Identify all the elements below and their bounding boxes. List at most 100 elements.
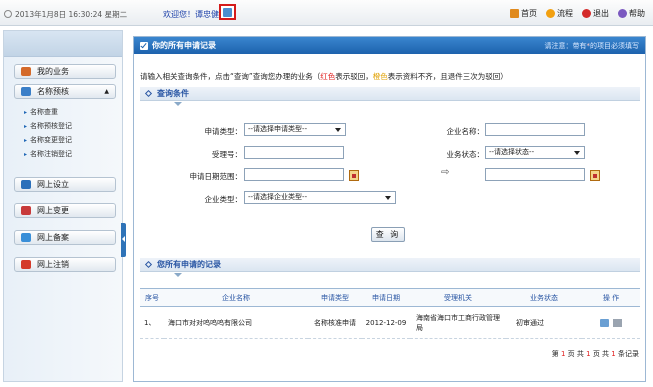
section-notch-icon bbox=[174, 273, 182, 281]
status-label: 业务状态： bbox=[446, 150, 485, 159]
main-panel: 你的所有申请记录 请注意：带有*的项目必须填写 请输入相关查询条件，点击“查询”… bbox=[133, 36, 646, 382]
col-type: 申请类型 bbox=[308, 288, 362, 307]
col-no: 序号 bbox=[140, 288, 164, 307]
print-icon[interactable] bbox=[613, 318, 622, 327]
date-from-calendar-icon[interactable] bbox=[349, 170, 359, 181]
clock-icon bbox=[4, 10, 12, 18]
col-date: 申请日期 bbox=[362, 288, 410, 307]
panel-title: 你的所有申请记录 bbox=[152, 41, 216, 50]
record-icon bbox=[21, 233, 31, 242]
date-to-calendar-icon[interactable] bbox=[590, 170, 600, 181]
cell-actions bbox=[582, 306, 640, 339]
top-links: 首页 流程 退出 帮助 bbox=[510, 8, 645, 19]
flow-link[interactable]: 流程 bbox=[546, 8, 573, 19]
intro-part: 请输入相关查询条件，点击“查询”查询您办理的业务（ bbox=[140, 72, 321, 81]
accept-no-input[interactable] bbox=[244, 146, 344, 159]
sidebar-item-my-business[interactable]: 我的业务 bbox=[14, 64, 116, 79]
records-table: 序号 企业名称 申请类型 申请日期 受理机关 业务状态 操 作 1、 海口市对对… bbox=[140, 288, 640, 339]
total-pages: 1 bbox=[586, 350, 591, 358]
date-range-label: 申请日期范围： bbox=[189, 172, 243, 181]
intro-gold: 橙色 bbox=[372, 72, 388, 81]
home-link[interactable]: 首页 bbox=[510, 8, 537, 19]
datetime-text: 2013年1月8日 16:30:24 星期二 bbox=[15, 10, 128, 19]
status-select[interactable]: --请选择状态-- bbox=[485, 146, 585, 159]
accept-no-label: 受理号： bbox=[212, 150, 242, 159]
datetime-display: 2013年1月8日 16:30:24 星期二 bbox=[4, 9, 127, 20]
sidebar-header bbox=[4, 31, 122, 57]
date-from-input[interactable] bbox=[244, 168, 344, 181]
col-company: 企业名称 bbox=[164, 288, 308, 307]
sidebar-item-record[interactable]: 网上备案 bbox=[14, 230, 116, 245]
home-label: 首页 bbox=[521, 9, 537, 18]
apply-type-select[interactable]: --请选择申请类型-- bbox=[244, 123, 346, 136]
home-icon bbox=[510, 9, 519, 18]
view-icon[interactable] bbox=[600, 318, 609, 327]
user-icon bbox=[223, 8, 232, 17]
total-records: 1 bbox=[611, 350, 616, 358]
cell-date: 2012-12-09 bbox=[362, 306, 410, 339]
company-type-select[interactable]: --请选择企业类型-- bbox=[244, 191, 396, 204]
business-icon bbox=[21, 67, 31, 76]
diamond-icon bbox=[144, 260, 153, 269]
help-icon bbox=[618, 9, 627, 18]
range-arrow-icon: ⇨ bbox=[441, 167, 450, 178]
sidebar-item-cancel[interactable]: 网上注销 bbox=[14, 257, 116, 272]
flow-icon bbox=[546, 9, 555, 18]
sidebar-subitem-name-precheck[interactable]: 名称预核登记 bbox=[24, 121, 72, 131]
help-link[interactable]: 帮助 bbox=[618, 8, 645, 19]
pager-text: 页 共 bbox=[592, 350, 610, 358]
query-section-header: 查询条件 bbox=[140, 87, 640, 101]
exit-link[interactable]: 退出 bbox=[582, 8, 609, 19]
cell-no: 1、 bbox=[140, 306, 164, 339]
diamond-icon bbox=[144, 89, 153, 98]
sidebar-subitem-name-cancel[interactable]: 名称注销登记 bbox=[24, 149, 72, 159]
sidebar-item-name-check[interactable]: 名称预核 ▲ bbox=[14, 84, 116, 99]
sidebar-item-label: 网上设立 bbox=[37, 180, 69, 189]
query-section-title: 查询条件 bbox=[157, 89, 189, 98]
company-name-input[interactable] bbox=[485, 123, 585, 136]
top-bar: 2013年1月8日 16:30:24 星期二 欢迎您！谭忠健 首页 流程 退出 … bbox=[0, 0, 653, 26]
required-note: 请注意：带有*的项目必须填写 bbox=[545, 41, 640, 51]
apply-type-label: 申请类型： bbox=[204, 127, 243, 136]
user-profile-button[interactable] bbox=[219, 4, 236, 20]
pagination-info: 第 1 页 共 1 页 共 1 条记录 bbox=[552, 349, 639, 359]
pager-text: 条记录 bbox=[618, 350, 639, 358]
chevron-up-icon: ▲ bbox=[104, 88, 109, 95]
date-to-input[interactable] bbox=[485, 168, 585, 181]
name-check-icon bbox=[21, 87, 31, 96]
current-page: 1 bbox=[560, 350, 566, 358]
query-button[interactable]: 查 询 bbox=[371, 227, 405, 242]
sidebar-item-label: 名称预核 bbox=[37, 87, 69, 96]
cell-type: 名称核准申请 bbox=[308, 306, 362, 339]
exit-label: 退出 bbox=[593, 9, 609, 18]
sidebar-collapse-toggle[interactable] bbox=[121, 223, 126, 257]
table-header-row: 序号 企业名称 申请类型 申请日期 受理机关 业务状态 操 作 bbox=[140, 288, 640, 307]
note-prefix: 请注意：带有 bbox=[544, 42, 587, 50]
col-agency: 受理机关 bbox=[410, 288, 506, 307]
sidebar-item-label: 我的业务 bbox=[37, 67, 69, 76]
instruction-text: 请输入相关查询条件，点击“查询”查询您办理的业务（红色表示驳回，橙色表示资料不齐… bbox=[140, 71, 508, 82]
sidebar-subitem-name-change[interactable]: 名称变更登记 bbox=[24, 135, 72, 145]
table-row: 1、 海口市对对呜呜呜有限公司 名称核准申请 2012-12-09 海南省海口市… bbox=[140, 306, 640, 339]
sidebar-subitem-name-dup-check[interactable]: 名称查重 bbox=[24, 107, 58, 117]
pager-text: 第 bbox=[551, 350, 559, 358]
checkbox-icon bbox=[140, 41, 148, 50]
intro-part: 表示资料不齐，且退件三次为驳回） bbox=[387, 72, 508, 81]
establish-icon bbox=[21, 180, 31, 189]
help-label: 帮助 bbox=[629, 9, 645, 18]
sidebar-item-change[interactable]: 网上变更 bbox=[14, 203, 116, 218]
panel-header: 你的所有申请记录 请注意：带有*的项目必须填写 bbox=[134, 37, 645, 54]
change-icon bbox=[21, 206, 31, 215]
sidebar-item-label: 网上注销 bbox=[37, 260, 69, 269]
cell-company: 海口市对对呜呜呜有限公司 bbox=[164, 306, 308, 339]
cancel-icon bbox=[21, 260, 31, 269]
cell-status: 初审通过 bbox=[506, 306, 582, 339]
sidebar-item-establish[interactable]: 网上设立 bbox=[14, 177, 116, 192]
section-notch-icon bbox=[174, 102, 182, 110]
records-section-header: 您所有申请的记录 bbox=[140, 258, 640, 272]
exit-icon bbox=[582, 9, 591, 18]
intro-red: 红色 bbox=[320, 72, 336, 81]
col-status: 业务状态 bbox=[506, 288, 582, 307]
cell-agency: 海南省海口市工商行政管理局 bbox=[410, 306, 506, 339]
sidebar-item-label: 网上变更 bbox=[37, 206, 69, 215]
